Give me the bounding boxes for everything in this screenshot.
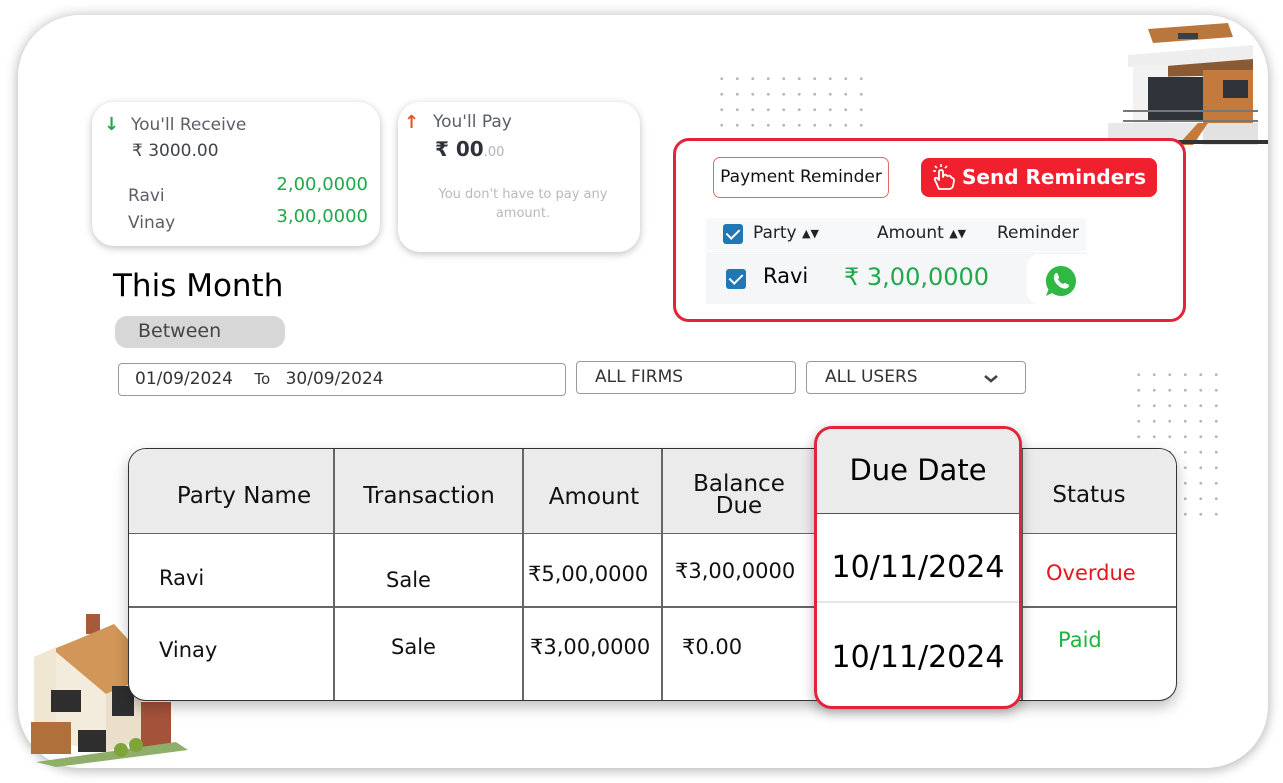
arrow-down-icon: ↓ [104,114,120,135]
row-checkbox[interactable] [726,269,746,289]
date-range-input[interactable]: 01/09/2024 To 30/09/2024 [118,363,566,396]
column-divider [661,449,663,700]
firm-select-value: ALL FIRMS [595,367,684,387]
header-balance-due: Balance Due [664,473,814,519]
firm-select[interactable]: ALL FIRMS [576,361,796,394]
pay-total-main: ₹ 00 [435,137,484,161]
receive-card: ↓ You'll Receive ₹ 3000.00 Ravi 2,00,000… [92,102,380,246]
cell-balance: ₹0.00 [682,635,743,659]
header-due-date: Due Date [849,453,987,487]
cell-due-date: 10/11/2024 [831,550,1005,585]
send-reminders-label: Send Reminders [962,165,1147,189]
receive-row-name: Ravi [128,186,165,206]
receive-row-value: 3,00,0000 [276,206,368,227]
period-heading: This Month [113,268,284,304]
cell-transaction: Sale [386,568,431,592]
cell-party: Vinay [159,638,218,662]
header-balance-line2: Due [715,493,763,519]
pay-card: ↑ You'll Pay ₹ 00.00 You don't have to p… [398,102,640,252]
receive-total: ₹ 3000.00 [132,141,219,161]
user-select-value: ALL USERS [825,367,918,387]
payment-reminder-button[interactable]: Payment Reminder [713,157,889,198]
to-date: 30/09/2024 [285,369,384,389]
pay-total-decimal: .00 [483,145,505,160]
amount-column-header[interactable]: Amount ▲▼ [877,223,966,243]
from-date: 01/09/2024 [135,369,233,389]
header-party-name: Party Name [176,483,312,509]
reminder-column-header: Reminder [997,223,1079,243]
chevron-down-icon [984,375,998,383]
range-type-pill[interactable]: Between [115,316,285,348]
cell-due-date: 10/11/2024 [831,640,1005,675]
pay-message: You don't have to pay any amount. [438,187,608,221]
user-select[interactable]: ALL USERS [806,361,1026,394]
tap-hand-icon [933,164,955,190]
cell-status-overdue: Overdue [1046,561,1136,585]
pay-title: You'll Pay [433,112,512,132]
arrow-up-icon: ↑ [404,112,420,133]
reminder-table-header: Party ▲▼ Amount ▲▼ Reminder [706,218,1086,251]
reminder-amount: ₹ 3,00,0000 [844,263,990,291]
select-all-checkbox[interactable] [723,224,743,244]
header-amount: Amount [548,484,640,510]
party-column-label: Party [753,223,797,243]
to-label: To [254,370,271,388]
column-divider [333,449,335,700]
cell-status-paid: Paid [1058,628,1102,652]
receive-title: You'll Receive [131,115,247,135]
due-date-column-highlight: Due Date 10/11/2024 10/11/2024 [814,426,1022,709]
cell-balance: ₹3,00,0000 [675,559,796,583]
cell-transaction: Sale [391,635,436,659]
dot-pattern-top [714,71,869,133]
receive-row-value: 2,00,0000 [276,174,368,195]
cell-party: Ravi [159,566,205,590]
pay-total: ₹ 00.00 [435,137,504,161]
amount-column-label: Amount [877,223,944,243]
header-transaction: Transaction [363,483,495,509]
reminder-party: Ravi [763,264,809,288]
column-divider [522,449,524,700]
cell-amount: ₹3,00,0000 [530,635,651,659]
due-date-header: Due Date [817,429,1019,514]
sort-icon: ▲▼ [802,227,819,240]
cell-amount: ₹5,00,0000 [528,562,649,586]
whatsapp-icon[interactable] [1044,264,1078,298]
header-status: Status [1052,482,1126,508]
whatsapp-cell [1027,254,1086,304]
modern-house-image [1108,23,1268,145]
send-reminders-button[interactable]: Send Reminders [921,158,1157,197]
row-divider [817,601,1019,603]
receive-row-name: Vinay [128,213,176,233]
sort-icon: ▲▼ [949,227,967,240]
party-column-header[interactable]: Party ▲▼ [753,223,819,243]
